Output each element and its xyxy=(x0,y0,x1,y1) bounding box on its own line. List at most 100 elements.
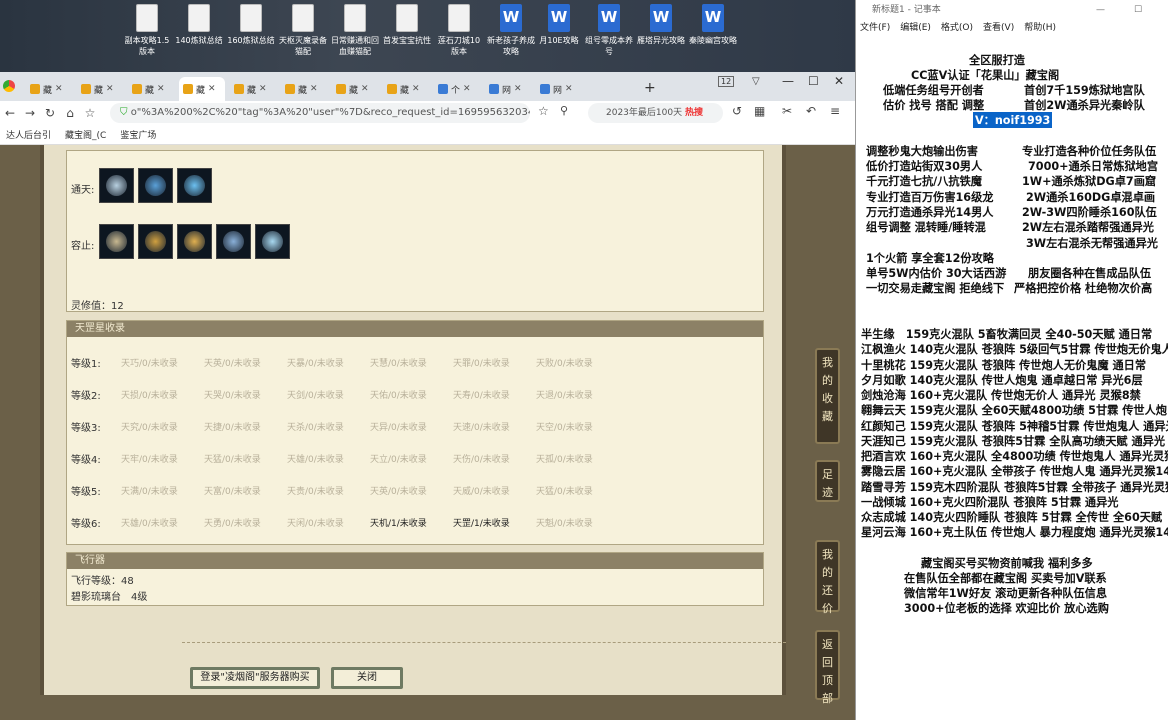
desktop-icon[interactable]: 首发宝宝抗性 xyxy=(382,4,432,46)
side-button[interactable]: 我的收藏 xyxy=(815,348,840,444)
notepad-maximize-button[interactable]: ☐ xyxy=(1134,0,1142,20)
tab-close-icon[interactable]: ✕ xyxy=(310,84,318,94)
tab-count-badge[interactable]: 12 xyxy=(718,76,735,87)
item-slot[interactable] xyxy=(177,224,212,259)
home-icon[interactable]: ⌂ xyxy=(60,106,80,120)
browser-logo-icon[interactable] xyxy=(3,80,15,92)
refresh-extension-icon[interactable]: ↺ xyxy=(732,104,742,118)
item-slot[interactable] xyxy=(138,168,173,203)
back-icon[interactable]: ← xyxy=(0,106,20,120)
tab-close-icon[interactable]: ✕ xyxy=(463,84,471,94)
browser-tab[interactable]: 藏 ✕ xyxy=(179,77,225,101)
star-cell: 天威/0/未收录 xyxy=(453,487,510,497)
desktop-icon[interactable]: W 雁塔异光攻略 xyxy=(636,4,686,46)
desktop-icon[interactable]: W 新老孩子养成攻略 xyxy=(486,4,536,57)
desktop-icon[interactable]: 莲石刀城10版本 xyxy=(434,4,484,57)
tab-close-icon[interactable]: ✕ xyxy=(412,84,420,94)
extension-icon[interactable]: ⚲ xyxy=(560,104,568,117)
text-file-icon xyxy=(396,4,418,32)
browser-tab[interactable]: 藏 ✕ xyxy=(128,77,174,101)
tab-close-icon[interactable]: ✕ xyxy=(208,84,216,94)
notepad-menu-item[interactable]: 帮助(H) xyxy=(1024,20,1056,36)
buy-server-button[interactable]: 登录"凌烟阁"服务器购买 xyxy=(190,667,320,689)
browser-tab[interactable]: 藏 ✕ xyxy=(230,77,276,101)
new-tab-button[interactable]: + xyxy=(644,80,656,96)
browser-tab[interactable]: 网 ✕ xyxy=(485,77,531,101)
desktop-icon[interactable]: W 秦陵幽宫攻略 xyxy=(688,4,738,46)
undo-icon[interactable]: ↶ xyxy=(806,104,816,118)
bookmark-3[interactable]: 鉴宝广场 xyxy=(120,128,156,141)
tab-close-icon[interactable]: ✕ xyxy=(259,84,267,94)
close-window-button[interactable]: ✕ xyxy=(834,74,844,88)
browser-tab[interactable]: 藏 ✕ xyxy=(77,77,123,101)
notepad-minimize-button[interactable]: — xyxy=(1096,0,1105,20)
maximize-button[interactable]: ☐ xyxy=(808,74,819,88)
notepad-menu-item[interactable]: 文件(F) xyxy=(860,20,890,36)
browser-tab[interactable]: 网 ✕ xyxy=(536,77,582,101)
star-cell: 天富/0/未收录 xyxy=(204,487,261,497)
desktop-icon[interactable]: 副本攻略1.5版本 xyxy=(122,4,172,57)
bookmarks-bar: 达人后台引 藏宝阁_(C 鉴宝广场 xyxy=(0,125,855,145)
tab-close-icon[interactable]: ✕ xyxy=(361,84,369,94)
text-file-icon xyxy=(292,4,314,32)
tab-close-icon[interactable]: ✕ xyxy=(565,84,573,94)
browser-tab[interactable]: 藏 ✕ xyxy=(332,77,378,101)
side-button[interactable]: 返回顶部 xyxy=(815,630,840,705)
tab-close-icon[interactable]: ✕ xyxy=(55,84,63,94)
tab-search-icon[interactable]: ▽ xyxy=(752,76,760,87)
notepad-line: 微信常年1W好友 滚动更新各种队伍信息 xyxy=(904,587,1108,600)
equipment-icon xyxy=(262,231,283,252)
url-bar[interactable]: ⛉ o"%3A%200%2C%20"tag"%3A%20"user"%7D&re… xyxy=(110,103,530,123)
bookmark-2[interactable]: 藏宝阁_(C xyxy=(65,128,106,141)
apps-grid-icon[interactable]: ▦ xyxy=(754,104,765,118)
cut-icon[interactable]: ✂ xyxy=(782,104,792,118)
divider xyxy=(182,642,786,643)
notepad-menu-item[interactable]: 编辑(E) xyxy=(900,20,931,36)
desktop-icon[interactable]: 天枢灭魔录备猫配 xyxy=(278,4,328,57)
desktop-icon-label: 天枢灭魔录备猫配 xyxy=(279,36,327,56)
browser-tab[interactable]: 藏 ✕ xyxy=(26,77,72,101)
equipment-icon xyxy=(184,231,205,252)
desktop-icon[interactable]: 日常赚通和回血赚猫配 xyxy=(330,4,380,57)
item-slot[interactable] xyxy=(99,224,134,259)
tab-favicon-icon xyxy=(285,84,295,94)
item-slot[interactable] xyxy=(216,224,251,259)
notepad-menu-item[interactable]: 格式(O) xyxy=(941,20,973,36)
tab-close-icon[interactable]: ✕ xyxy=(106,84,114,94)
browser-tab[interactable]: 藏 ✕ xyxy=(383,77,429,101)
notepad-menu-item[interactable]: 查看(V) xyxy=(983,20,1014,36)
level-label: 等级6: xyxy=(71,519,101,530)
close-button[interactable]: 关闭 xyxy=(331,667,403,689)
tab-favicon-icon xyxy=(387,84,397,94)
star-cell: 天异/0/未收录 xyxy=(370,423,427,433)
desktop-icon[interactable]: W 月10E攻略 xyxy=(534,4,584,46)
menu-icon[interactable]: ≡ xyxy=(830,104,840,118)
item-slot[interactable] xyxy=(138,224,173,259)
reload-icon[interactable]: ↻ xyxy=(40,106,60,120)
star-cell: 天空/0/未收录 xyxy=(536,423,593,433)
desktop-icon[interactable]: W 组号零成本养号 xyxy=(584,4,634,57)
flyer-level: 飞行等级：48 xyxy=(71,576,134,587)
notepad-line: 3000+位老板的选择 欢迎比价 放心选购 xyxy=(904,602,1109,615)
tab-close-icon[interactable]: ✕ xyxy=(514,84,522,94)
bookmark-1[interactable]: 达人后台引 xyxy=(6,128,51,141)
desktop-icon-label: 秦陵幽宫攻略 xyxy=(689,36,737,45)
bookmark-star-icon[interactable]: ☆ xyxy=(80,106,100,120)
side-button[interactable]: 我的还价 xyxy=(815,540,840,615)
search-box[interactable]: 2023年最后100天 热搜 xyxy=(588,103,723,123)
hot-search-badge: 热搜 xyxy=(684,108,703,118)
item-slot[interactable] xyxy=(99,168,134,203)
side-button[interactable]: 足迹 xyxy=(815,460,840,502)
page-star-icon[interactable]: ☆ xyxy=(538,104,549,118)
minimize-button[interactable]: — xyxy=(782,74,794,88)
browser-tab[interactable]: 个 ✕ xyxy=(434,77,480,101)
item-slot[interactable] xyxy=(255,224,290,259)
browser-tab[interactable]: 藏 ✕ xyxy=(281,77,327,101)
forward-icon[interactable]: → xyxy=(20,106,40,120)
desktop-icon-label: 160炼狱总结 xyxy=(227,36,275,45)
tab-close-icon[interactable]: ✕ xyxy=(157,84,165,94)
item-slot[interactable] xyxy=(177,168,212,203)
desktop-icon[interactable]: 160炼狱总结 xyxy=(226,4,276,46)
desktop-icon-label: 140炼狱总结 xyxy=(175,36,223,45)
desktop-icon[interactable]: 140炼狱总结 xyxy=(174,4,224,46)
